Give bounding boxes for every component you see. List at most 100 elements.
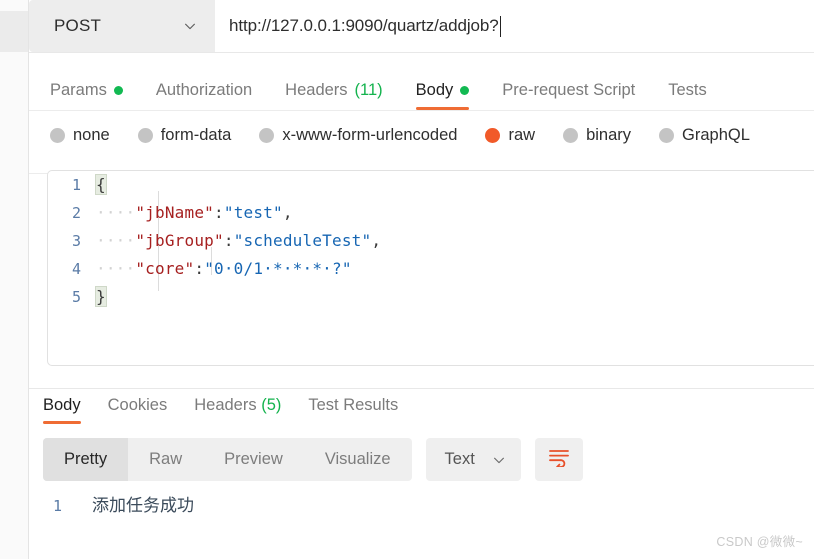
body-type-none-label: none: [73, 125, 110, 144]
tab-body-label: Body: [415, 81, 454, 99]
view-mode-pretty[interactable]: Pretty: [43, 438, 129, 481]
tab-body[interactable]: Body: [415, 81, 470, 110]
tab-headers-count: (11): [354, 81, 383, 99]
code-content-3: ····"jbGroup":"scheduleTest",: [96, 227, 381, 255]
view-mode-preview[interactable]: Preview: [203, 438, 304, 481]
radio-icon: [259, 127, 275, 143]
request-tabs: Params Authorization Headers (11) Body P…: [29, 65, 814, 110]
json-brace-close: }: [95, 286, 107, 307]
tab-pre-request-script[interactable]: Pre-request Script: [502, 81, 635, 110]
view-mode-pretty-label: Pretty: [64, 450, 108, 468]
code-content-4: ····"core":"0·0/1·*·*·*·?": [96, 255, 352, 283]
tab-params-label: Params: [50, 81, 107, 99]
sidebar-active-block[interactable]: [0, 11, 28, 52]
body-type-none[interactable]: none: [50, 126, 110, 145]
body-type-binary-label: binary: [586, 125, 632, 144]
code-line-5: 5 }: [48, 283, 814, 311]
whitespace-dots: ····: [96, 203, 136, 222]
response-body-text: 添加任务成功: [92, 496, 194, 516]
text-cursor: [499, 15, 501, 37]
chevron-down-icon: [183, 19, 197, 33]
view-mode-raw-label: Raw: [149, 450, 183, 468]
response-tab-headers-count: (5): [261, 396, 282, 414]
response-view-modes: Pretty Raw Preview Visualize: [43, 438, 412, 481]
line-number: 2: [71, 204, 81, 222]
response-format-select[interactable]: Text: [425, 438, 521, 481]
radio-icon: [137, 127, 153, 143]
response-tab-test-results[interactable]: Test Results: [308, 396, 398, 424]
radio-icon: [50, 127, 65, 143]
code-content-5: }: [95, 283, 107, 311]
code-line-4: 4 ····"core":"0·0/1·*·*·*·?": [48, 255, 814, 283]
watermark: CSDN @微微~: [716, 535, 803, 549]
response-section-divider: [29, 388, 814, 389]
body-type-urlencoded-label: x-www-form-urlencoded: [282, 125, 458, 144]
response-toolbar: Pretty Raw Preview Visualize Text: [29, 438, 814, 481]
response-tab-test-results-label: Test Results: [308, 396, 399, 414]
postman-window: POST http://127.0.0.1:9090/quartz/addjob…: [0, 0, 814, 559]
view-mode-visualize-label: Visualize: [324, 450, 391, 468]
view-mode-preview-label: Preview: [224, 450, 283, 468]
whitespace-dots: ····: [96, 259, 136, 278]
tab-headers-label: Headers: [285, 81, 348, 99]
json-value: "test": [223, 203, 283, 222]
main-panel: POST http://127.0.0.1:9090/quartz/addjob…: [29, 0, 814, 559]
radio-icon: [563, 127, 579, 143]
chevron-down-icon: [492, 453, 506, 467]
body-type-binary[interactable]: binary: [563, 126, 631, 145]
line-number: 4: [71, 260, 81, 278]
body-type-graphql-label: GraphQL: [682, 125, 750, 144]
view-mode-visualize[interactable]: Visualize: [304, 438, 412, 481]
tab-tests[interactable]: Tests: [668, 81, 707, 110]
tab-params[interactable]: Params: [50, 81, 123, 110]
response-tab-headers[interactable]: Headers (5): [194, 396, 281, 424]
body-type-options: none form-data x-www-form-urlencoded raw…: [29, 112, 814, 158]
has-content-dot-icon: [460, 86, 470, 95]
json-comma: ,: [371, 231, 382, 250]
json-key: "jbGroup": [135, 231, 224, 250]
body-type-graphql[interactable]: GraphQL: [659, 126, 750, 145]
json-key: "jbName": [135, 203, 215, 222]
body-type-raw-label: raw: [508, 125, 536, 144]
tab-pre-request-script-label: Pre-request Script: [502, 81, 636, 99]
whitespace-dots: ····: [96, 231, 136, 250]
radio-icon: [659, 127, 675, 143]
response-tab-body[interactable]: Body: [43, 396, 81, 424]
body-type-urlencoded[interactable]: x-www-form-urlencoded: [259, 126, 457, 145]
json-value: "scheduleTest": [233, 231, 372, 250]
url-bar-divider: [29, 52, 814, 53]
radio-selected-icon: [485, 127, 501, 143]
response-body: 1 添加任务成功: [29, 491, 814, 521]
response-line-number: 1: [52, 497, 62, 515]
response-tab-cookies[interactable]: Cookies: [108, 396, 168, 424]
body-type-raw[interactable]: raw: [485, 126, 535, 145]
code-line-3: 3 ····"jbGroup":"scheduleTest",: [48, 227, 814, 255]
has-content-dot-icon: [113, 86, 123, 95]
json-colon: :: [214, 203, 224, 222]
code-content-2: ····"jbName":"test",: [96, 199, 293, 227]
line-number: 5: [71, 288, 81, 306]
json-key: "core": [135, 259, 195, 278]
response-format-label: Text: [444, 450, 475, 468]
url-input[interactable]: http://127.0.0.1:9090/quartz/addjob?: [215, 0, 814, 52]
json-colon: :: [194, 259, 205, 278]
line-number: 1: [71, 176, 81, 194]
body-type-form-data[interactable]: form-data: [137, 126, 231, 145]
json-colon: :: [223, 231, 234, 250]
wrap-text-button[interactable]: [534, 438, 583, 481]
http-method-select[interactable]: POST: [29, 0, 215, 52]
active-tab-indicator: [43, 421, 81, 424]
response-tab-headers-label: Headers: [194, 396, 257, 414]
response-tab-body-label: Body: [43, 396, 81, 414]
json-value: "0·0/1·*·*·*·?": [204, 259, 352, 278]
http-method-label: POST: [54, 16, 102, 35]
request-tabs-divider: [29, 110, 814, 111]
view-mode-raw[interactable]: Raw: [128, 438, 203, 481]
wrap-text-icon: [548, 447, 570, 472]
response-tab-cookies-label: Cookies: [107, 396, 168, 414]
tab-authorization-label: Authorization: [155, 81, 253, 99]
tab-headers[interactable]: Headers (11): [285, 81, 383, 110]
line-number: 3: [71, 232, 81, 250]
request-body-editor[interactable]: 1 { 2 ····"jbName":"test", 3 ····"jbGrou…: [47, 170, 814, 366]
tab-authorization[interactable]: Authorization: [156, 81, 252, 110]
